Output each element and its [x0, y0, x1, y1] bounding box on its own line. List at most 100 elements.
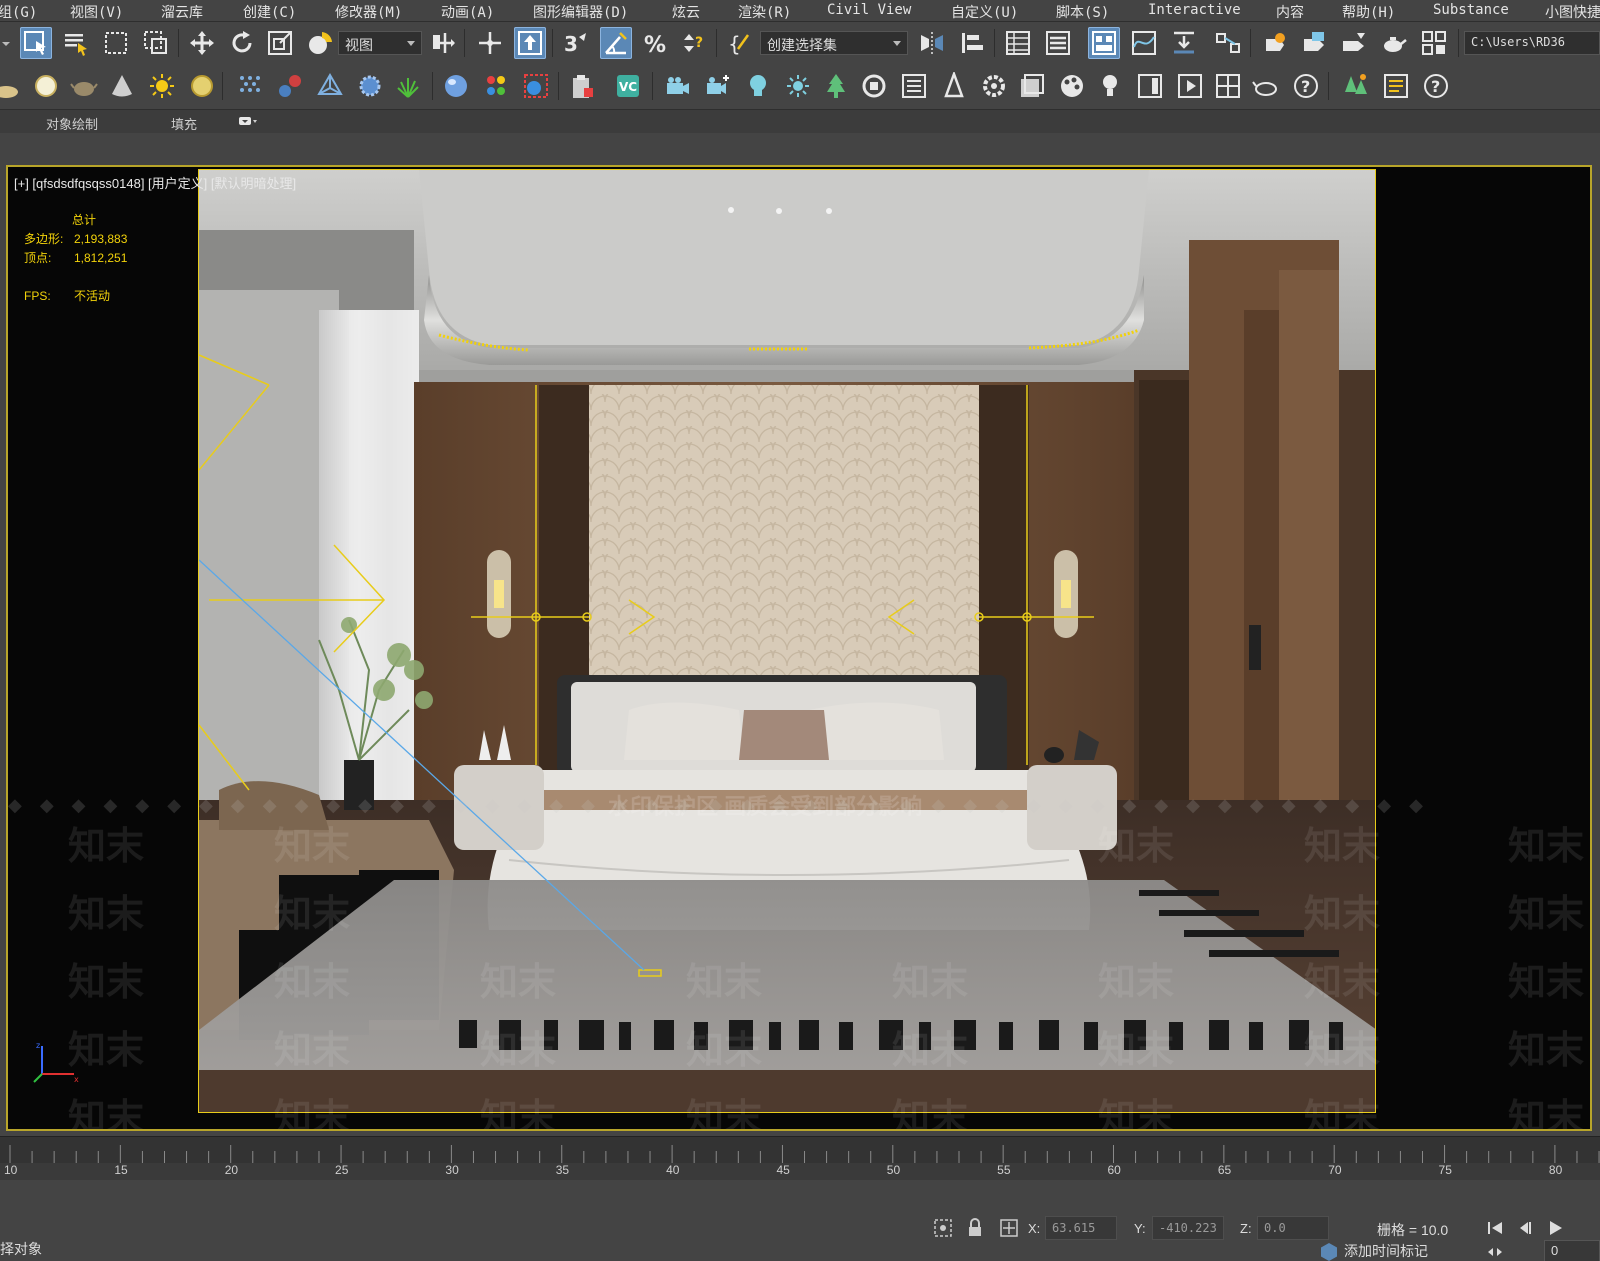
perspective-viewport[interactable]: [+] [qfsdsdfqsqss0148] [用户定义] [默认明暗处理] 总…	[6, 165, 1592, 1131]
project-path-field[interactable]: C:\Users\RD36	[1464, 31, 1600, 55]
add-time-tag-button[interactable]: 添加时间标记	[1344, 1241, 1428, 1261]
forest-icon[interactable]	[1340, 70, 1372, 102]
clipboard-icon[interactable]	[566, 70, 598, 102]
reference-coordinate-dropdown[interactable]: 视图	[338, 31, 422, 55]
menu-small-shortcuts[interactable]: 小图快捷	[1545, 2, 1600, 21]
camera-add-icon[interactable]	[702, 70, 734, 102]
layer-stack-icon[interactable]	[1016, 70, 1048, 102]
current-frame-field[interactable]: 0	[1544, 1240, 1600, 1261]
pivot-point-center-icon[interactable]	[428, 27, 460, 59]
menu-view[interactable]: 视图(V)	[70, 2, 123, 21]
layer-explorer-icon[interactable]	[1042, 27, 1074, 59]
window-crossing-icon[interactable]	[140, 27, 172, 59]
coord-x-field[interactable]: 63.615	[1045, 1216, 1117, 1240]
omni-light-icon[interactable]	[782, 70, 814, 102]
capsule-object-icon[interactable]	[274, 70, 306, 102]
ribbon-options-icon[interactable]	[236, 111, 258, 133]
lamp-shade-icon[interactable]	[0, 70, 22, 102]
geometry-icon[interactable]	[314, 70, 346, 102]
cone-icon[interactable]	[106, 70, 138, 102]
teapot-icon[interactable]	[68, 70, 100, 102]
render-region-icon[interactable]	[520, 70, 552, 102]
mirror-icon[interactable]	[916, 27, 948, 59]
pine-tree-icon[interactable]	[938, 70, 970, 102]
material-sphere-icon[interactable]	[440, 70, 472, 102]
snaps-toggle-icon[interactable]: 3	[560, 27, 592, 59]
paint-palette-icon[interactable]	[1056, 70, 1088, 102]
angle-snap-toggle-icon[interactable]	[600, 27, 632, 59]
scale-icon[interactable]	[264, 27, 296, 59]
select-object-icon[interactable]	[20, 27, 52, 59]
rotate-icon[interactable]	[226, 27, 258, 59]
sky-light-icon[interactable]	[186, 70, 218, 102]
play-animation-icon[interactable]	[1544, 1217, 1566, 1239]
menu-civil-view[interactable]: Civil View	[827, 2, 911, 18]
menu-help[interactable]: 帮助(H)	[1342, 2, 1395, 21]
menu-xuanyun[interactable]: 炫云	[672, 2, 700, 21]
viewport-label-menu[interactable]: [+] [qfsdsdfqsqss0148] [用户定义] [默认明暗处理]	[14, 173, 296, 192]
window-panel-icon[interactable]	[1134, 70, 1166, 102]
menu-animation[interactable]: 动画(A)	[441, 2, 494, 21]
toolbar-flyout-chevron-icon[interactable]	[0, 28, 12, 60]
menu-interactive[interactable]: Interactive	[1148, 2, 1241, 18]
render-grid-icon[interactable]	[1418, 27, 1450, 59]
render-setup-icon[interactable]	[1258, 27, 1290, 59]
go-to-start-icon[interactable]	[1484, 1217, 1506, 1239]
sphere-light-icon[interactable]	[30, 70, 62, 102]
menu-rendering[interactable]: 渲染(R)	[738, 2, 791, 21]
move-icon[interactable]	[186, 27, 218, 59]
absolute-mode-icon[interactable]	[998, 1217, 1020, 1239]
menu-graph-editors[interactable]: 图形编辑器(D)	[533, 2, 628, 21]
menu-substance[interactable]: Substance	[1433, 2, 1509, 18]
gear-icon[interactable]	[978, 70, 1010, 102]
place-object-icon[interactable]	[304, 27, 336, 59]
rendered-frame-window-icon[interactable]	[1298, 27, 1330, 59]
timeline-ruler[interactable]	[0, 1137, 1600, 1163]
keyboard-shortcut-override-icon[interactable]	[514, 27, 546, 59]
select-by-name-icon[interactable]	[60, 27, 92, 59]
light-bulb-icon[interactable]	[742, 70, 774, 102]
particle-system-icon[interactable]	[234, 70, 266, 102]
menu-scripting[interactable]: 脚本(S)	[1056, 2, 1109, 21]
rotate-camera-icon[interactable]	[858, 70, 890, 102]
edit-named-selection-icon[interactable]: {	[724, 27, 756, 59]
notes-icon[interactable]	[1380, 70, 1412, 102]
select-and-manipulate-icon[interactable]	[474, 27, 506, 59]
vray-converter-icon[interactable]: VC	[612, 70, 644, 102]
grass-plant-icon[interactable]	[392, 70, 424, 102]
menu-group[interactable]: 组(G)	[0, 2, 37, 21]
gear-sphere-icon[interactable]	[354, 70, 386, 102]
render-teapot-icon[interactable]	[1378, 27, 1410, 59]
teapot-outline-icon[interactable]	[1250, 70, 1282, 102]
play-panel-icon[interactable]	[1174, 70, 1206, 102]
percent-snap-icon[interactable]: %	[640, 27, 672, 59]
render-production-icon[interactable]	[1338, 27, 1370, 59]
menu-modifiers[interactable]: 修改器(M)	[335, 2, 402, 21]
schematic-view-icon[interactable]	[1168, 27, 1200, 59]
light-lister-icon[interactable]	[1094, 70, 1126, 102]
time-slider-track[interactable]: 10 15 20 25 30 35 40 45 50 55 60 65 70 75 80	[0, 1136, 1600, 1180]
curve-editor-icon[interactable]	[1128, 27, 1160, 59]
menu-liuyun-library[interactable]: 溜云库	[161, 2, 203, 21]
previous-frame-icon[interactable]	[1514, 1217, 1536, 1239]
rectangular-selection-region-icon[interactable]	[100, 27, 132, 59]
camera-icon[interactable]	[662, 70, 694, 102]
ribbon-tab-object-paint[interactable]: 对象绘制	[46, 114, 98, 133]
selection-set-dropdown[interactable]: 创建选择集	[760, 31, 908, 55]
coord-z-field[interactable]: 0.0	[1257, 1216, 1329, 1240]
menu-customize[interactable]: 自定义(U)	[951, 2, 1018, 21]
list-panel-icon[interactable]	[898, 70, 930, 102]
material-editor-icon[interactable]	[1212, 27, 1244, 59]
scene-explorer-icon[interactable]	[1002, 27, 1034, 59]
help-circle-icon[interactable]: ?	[1420, 70, 1452, 102]
color-palette-icon[interactable]	[480, 70, 512, 102]
isolate-selection-icon[interactable]	[932, 1217, 954, 1239]
menu-create[interactable]: 创建(C)	[243, 2, 296, 21]
align-icon[interactable]	[956, 27, 988, 59]
sun-light-icon[interactable]	[146, 70, 178, 102]
selection-lock-icon[interactable]	[964, 1217, 986, 1239]
split-panel-icon[interactable]	[1212, 70, 1244, 102]
help-icon[interactable]: ?	[1290, 70, 1322, 102]
ribbon-tab-fill[interactable]: 填充	[171, 114, 197, 133]
spinner-snap-icon[interactable]: ?	[678, 27, 710, 59]
